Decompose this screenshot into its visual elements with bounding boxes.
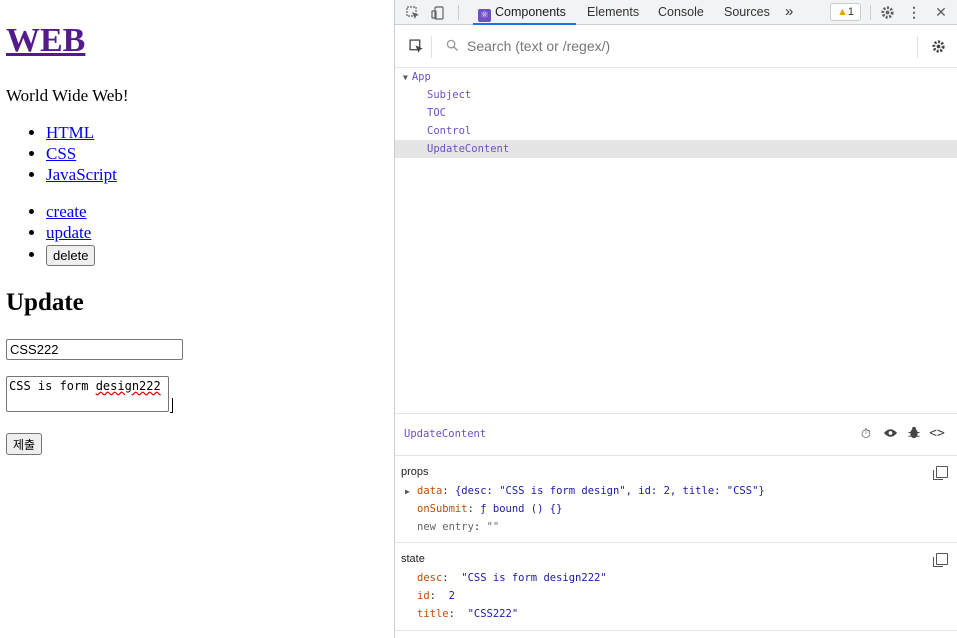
list-item: update <box>46 222 95 243</box>
submit-button[interactable]: 제출 <box>6 433 43 455</box>
section-divider <box>395 630 957 631</box>
tree-node-label: App <box>411 71 431 83</box>
state-value[interactable]: "CSS is form design222" <box>461 572 606 584</box>
devtools-panel: ⚛ Components Elements Console Sources » ▲… <box>394 0 957 638</box>
page-title: WEB <box>6 22 85 60</box>
tree-node-app[interactable]: ▼ App <box>395 68 957 86</box>
settings-gear-icon[interactable] <box>878 4 896 21</box>
warning-badge[interactable]: ▲1 <box>830 3 861 21</box>
more-tabs-button[interactable]: » <box>785 0 793 25</box>
new-entry-key: new entry <box>417 521 474 533</box>
component-search-bar: Search (text or /regex/) <box>395 26 957 68</box>
page-subtitle: World Wide Web! <box>6 86 129 105</box>
prop-key: data <box>417 485 443 497</box>
prop-row-new-entry[interactable]: new entry: "" <box>417 521 499 533</box>
tab-elements[interactable]: Elements <box>587 0 639 25</box>
state-row-id: id: 2 <box>417 590 455 602</box>
desc-misspelled-word: design222 <box>95 379 161 393</box>
new-entry-value: "" <box>486 521 500 533</box>
close-devtools-icon[interactable]: ✕ <box>932 4 950 21</box>
app-viewport: WEB World Wide Web! HTML CSS JavaScript … <box>0 0 394 638</box>
component-settings-gear-icon[interactable] <box>929 38 947 55</box>
tree-node-control[interactable]: Control <box>395 122 957 140</box>
copy-state-icon[interactable] <box>933 553 948 567</box>
expand-data-icon[interactable]: ▶ <box>405 487 410 496</box>
state-section: state desc: "CSS is form design222" id: … <box>395 543 957 633</box>
web-home-link[interactable]: WEB <box>6 22 85 59</box>
resize-handle[interactable] <box>170 398 173 413</box>
component-tree: ▼ App Subject TOC Control UpdateContent <box>395 68 957 158</box>
view-source-icon[interactable]: <> <box>929 426 945 442</box>
prop-value: {desc: "CSS is form design", id: 2, titl… <box>454 485 765 497</box>
props-title: props <box>401 466 429 478</box>
desc-text: CSS is form <box>9 379 96 393</box>
search-divider <box>917 36 918 58</box>
expand-triangle-icon[interactable]: ▼ <box>403 73 408 82</box>
state-value[interactable]: "CSS222" <box>468 608 519 620</box>
tree-node-subject[interactable]: Subject <box>395 86 957 104</box>
prop-row-data: data: {desc: "CSS is form design", id: 2… <box>417 485 765 497</box>
toc-link-javascript[interactable]: JavaScript <box>46 165 117 184</box>
delete-button[interactable]: delete <box>46 245 96 266</box>
tree-node-updatecontent[interactable]: UpdateContent <box>395 140 957 158</box>
update-link[interactable]: update <box>46 223 91 242</box>
list-item: create <box>46 201 95 222</box>
search-icon <box>443 37 461 54</box>
create-link[interactable]: create <box>46 202 87 221</box>
list-item: delete <box>46 244 96 266</box>
state-value[interactable]: 2 <box>449 590 455 602</box>
list-item: JavaScript <box>46 164 117 185</box>
prop-row-onsubmit: onSubmit: ƒ bound () {} <box>417 503 563 515</box>
react-icon: ⚛ <box>478 9 491 22</box>
eye-icon[interactable] <box>882 426 898 442</box>
state-key: desc <box>417 572 443 584</box>
more-options-icon[interactable]: ⋮ <box>905 4 923 21</box>
tree-node-toc[interactable]: TOC <box>395 104 957 122</box>
state-title: state <box>401 553 425 565</box>
state-row-title: title: "CSS222" <box>417 608 519 620</box>
toc-link-html[interactable]: HTML <box>46 123 94 142</box>
props-section: props ▶ data: {desc: "CSS is form design… <box>395 457 957 543</box>
bug-icon[interactable] <box>906 426 922 442</box>
stopwatch-icon[interactable]: ⏱ <box>858 426 874 442</box>
state-key: id <box>417 590 430 602</box>
tab-components[interactable]: ⚛ Components <box>473 0 576 25</box>
warning-icon: ▲ <box>836 6 848 18</box>
control-list: create update delete <box>26 201 96 266</box>
toolbar-divider <box>870 5 871 20</box>
devtools-tabbar: ⚛ Components Elements Console Sources » ▲… <box>395 0 957 25</box>
search-divider <box>431 36 432 58</box>
desc-textarea[interactable]: CSS is form design222 <box>6 376 169 412</box>
title-input[interactable] <box>6 339 183 360</box>
toc-list: HTML CSS JavaScript <box>26 122 117 185</box>
list-item: CSS <box>46 143 117 164</box>
toolbar-divider <box>458 5 459 20</box>
selected-component-header: UpdateContent ⏱ <> <box>395 413 957 456</box>
prop-key: onSubmit <box>417 503 468 515</box>
selected-component-name: UpdateContent <box>404 428 487 440</box>
list-item: HTML <box>46 122 117 143</box>
state-key: title <box>417 608 449 620</box>
tab-console[interactable]: Console <box>658 0 704 25</box>
toc-link-css[interactable]: CSS <box>46 144 76 163</box>
tab-sources[interactable]: Sources <box>724 0 770 25</box>
device-toolbar-icon[interactable] <box>429 4 447 21</box>
state-row-desc: desc: "CSS is form design222" <box>417 572 607 584</box>
copy-props-icon[interactable] <box>933 466 948 480</box>
inspect-element-icon[interactable] <box>404 4 422 21</box>
prop-value: ƒ bound () {} <box>480 503 563 515</box>
tab-components-label: Components <box>495 5 566 19</box>
form-heading: Update <box>6 289 84 316</box>
warning-count: 1 <box>847 6 854 18</box>
component-search-input[interactable]: Search (text or /regex/) <box>467 38 610 54</box>
select-component-icon[interactable] <box>407 38 425 55</box>
